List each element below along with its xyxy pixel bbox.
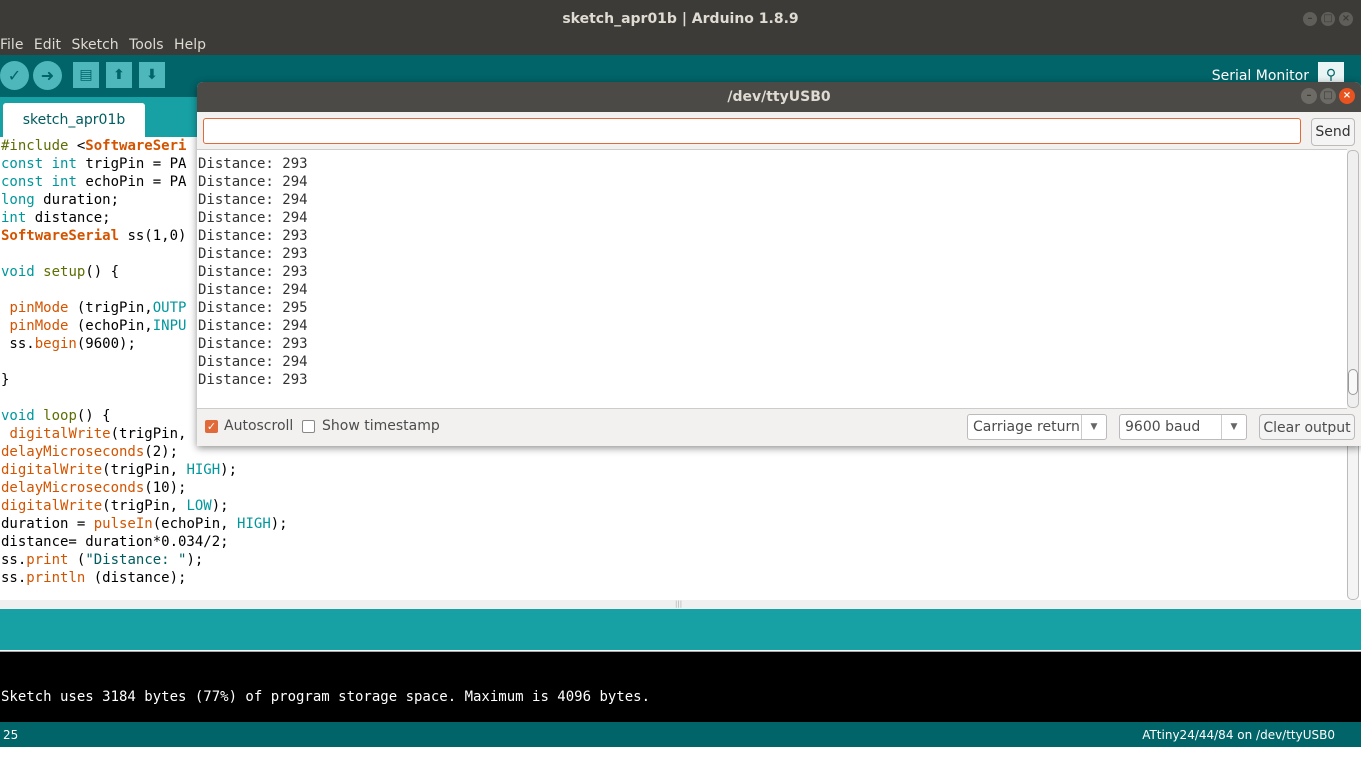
code-line: ss.begin(9600); [1,336,136,352]
arrow-up-icon: ⬆ [113,67,125,83]
code-line: int distance; [1,210,111,226]
serial-output-line: Distance: 294 [198,282,308,298]
window-titlebar: sketch_apr01b | Arduino 1.8.9 – □ × [0,0,1361,37]
code-line: const int echoPin = PA [1,174,187,190]
maximize-icon[interactable]: □ [1321,12,1335,26]
code-line: #include <SoftwareSeri [1,138,187,154]
code-line: const int trigPin = PA [1,156,187,172]
serial-input-field[interactable] [203,118,1301,144]
serial-monitor-title: /dev/ttyUSB0 [727,89,831,105]
upload-button[interactable]: ➜ [33,61,62,90]
chevron-down-icon: ▼ [1221,415,1246,439]
serial-output: Distance: 293 Distance: 293 Distance: 294 D… [197,149,1347,409]
board-info: ATtiny24/44/84 on /dev/ttyUSB0 [1142,728,1335,742]
arrow-right-icon: ➜ [40,66,55,85]
serial-output-line: Distance: 294 [198,192,308,208]
code-line: SoftwareSerial ss(1,0) [1,228,187,244]
document-icon: ▤ [79,67,93,83]
send-button[interactable]: Send [1311,118,1355,146]
show-timestamp-label: Show timestamp [322,418,440,434]
message-bar [0,609,1361,650]
pane-divider[interactable]: ||| [0,600,1361,609]
console-output: Sketch uses 3184 bytes (77%) of program … [0,651,1361,759]
show-timestamp-checkbox[interactable] [302,420,315,433]
tab-sketch[interactable]: sketch_apr01b [3,103,145,137]
scrollbar-thumb[interactable] [1348,369,1358,395]
serial-output-line: Distance: 293 [198,156,308,172]
serial-output-line: Distance: 293 [198,336,308,352]
menu-bar: File Edit Sketch Tools Help [0,37,1361,55]
code-line: pinMode (echoPin,INPU [9,318,187,334]
serial-output-lines: Distance: 293 Distance: 293 Distance: 294 D… [198,150,308,389]
serial-output-line: Distance: 294 [198,210,308,226]
status-bar: 25 ATtiny24/44/84 on /dev/ttyUSB0 [0,722,1361,747]
serial-output-line: Distance: 294 [198,318,308,334]
baud-rate-value: 9600 baud [1125,419,1201,435]
serial-monitor-titlebar: /dev/ttyUSB0 [197,82,1361,112]
checkmark-icon: ✓ [7,66,22,85]
close-icon[interactable]: × [1339,88,1355,104]
code-line: digitalWrite(trigPin, HIGH); [1,462,238,478]
serial-output-line: Distance: 293 [198,264,308,280]
serial-output-line: Distance: 293 [198,246,308,262]
code-line: void loop() { [1,408,111,424]
minimize-icon[interactable]: – [1303,12,1317,26]
code-line: delayMicroseconds(2); [1,444,179,460]
code-line: } [1,372,10,388]
serial-output-line: Distance: 293 [198,372,308,388]
code-line: long duration; [1,192,120,208]
code-line: ss.println (distance); [1,570,187,586]
autoscroll-checkbox[interactable]: ✓ [205,420,218,433]
code-line: distance= duration*0.034/2; [1,534,229,550]
code-line: digitalWrite(trigPin, [9,426,187,442]
code-line: pinMode (trigPin,OUTP [9,300,187,316]
window-title: sketch_apr01b | Arduino 1.8.9 [562,11,799,27]
verify-button[interactable]: ✓ [0,61,29,90]
menu-tools[interactable]: Tools [129,37,164,53]
autoscroll-label: Autoscroll [224,418,294,434]
chevron-down-icon: ▼ [1081,415,1106,439]
code-line: duration = pulseIn(echoPin, HIGH); [1,516,288,532]
arrow-down-icon: ⬇ [146,67,158,83]
code-line: digitalWrite(trigPin, LOW); [1,498,229,514]
serial-output-scrollbar[interactable] [1347,150,1359,408]
grip-icon: ||| [675,600,683,608]
serial-output-line: Distance: 295 [198,300,308,316]
serial-monitor-footer: ✓ Autoscroll Show timestamp Carriage ret… [197,408,1361,446]
line-number: 25 [3,728,19,742]
serial-input[interactable] [204,119,1300,143]
minimize-icon[interactable]: – [1301,88,1317,104]
menu-edit[interactable]: Edit [34,37,61,53]
maximize-icon[interactable]: □ [1320,88,1336,104]
code-line: delayMicroseconds(10); [1,480,187,496]
serial-output-line: Distance: 293 [198,228,308,244]
serial-monitor-window: /dev/ttyUSB0 – □ × Send Distance: 293 Dis… [197,82,1361,446]
baud-rate-select[interactable]: 9600 baud ▼ [1119,414,1247,440]
magnifier-icon: ⚲ [1325,67,1337,83]
new-button[interactable]: ▤ [73,62,99,88]
clear-output-button[interactable]: Clear output [1259,414,1355,440]
menu-sketch[interactable]: Sketch [71,37,118,53]
line-ending-value: Carriage return [973,419,1080,435]
console-line: Sketch uses 3184 bytes (77%) of program … [1,689,651,705]
code-line: ss.print ("Distance: "); [1,552,204,568]
open-button[interactable]: ⬆ [106,62,132,88]
line-ending-select[interactable]: Carriage return ▼ [967,414,1107,440]
serial-output-line: Distance: 294 [198,354,308,370]
close-icon[interactable]: × [1339,12,1353,26]
save-button[interactable]: ⬇ [139,62,165,88]
serial-output-line: Distance: 294 [198,174,308,190]
code-line: void setup() { [1,264,120,280]
menu-file[interactable]: File [0,37,23,53]
menu-help[interactable]: Help [174,37,206,53]
